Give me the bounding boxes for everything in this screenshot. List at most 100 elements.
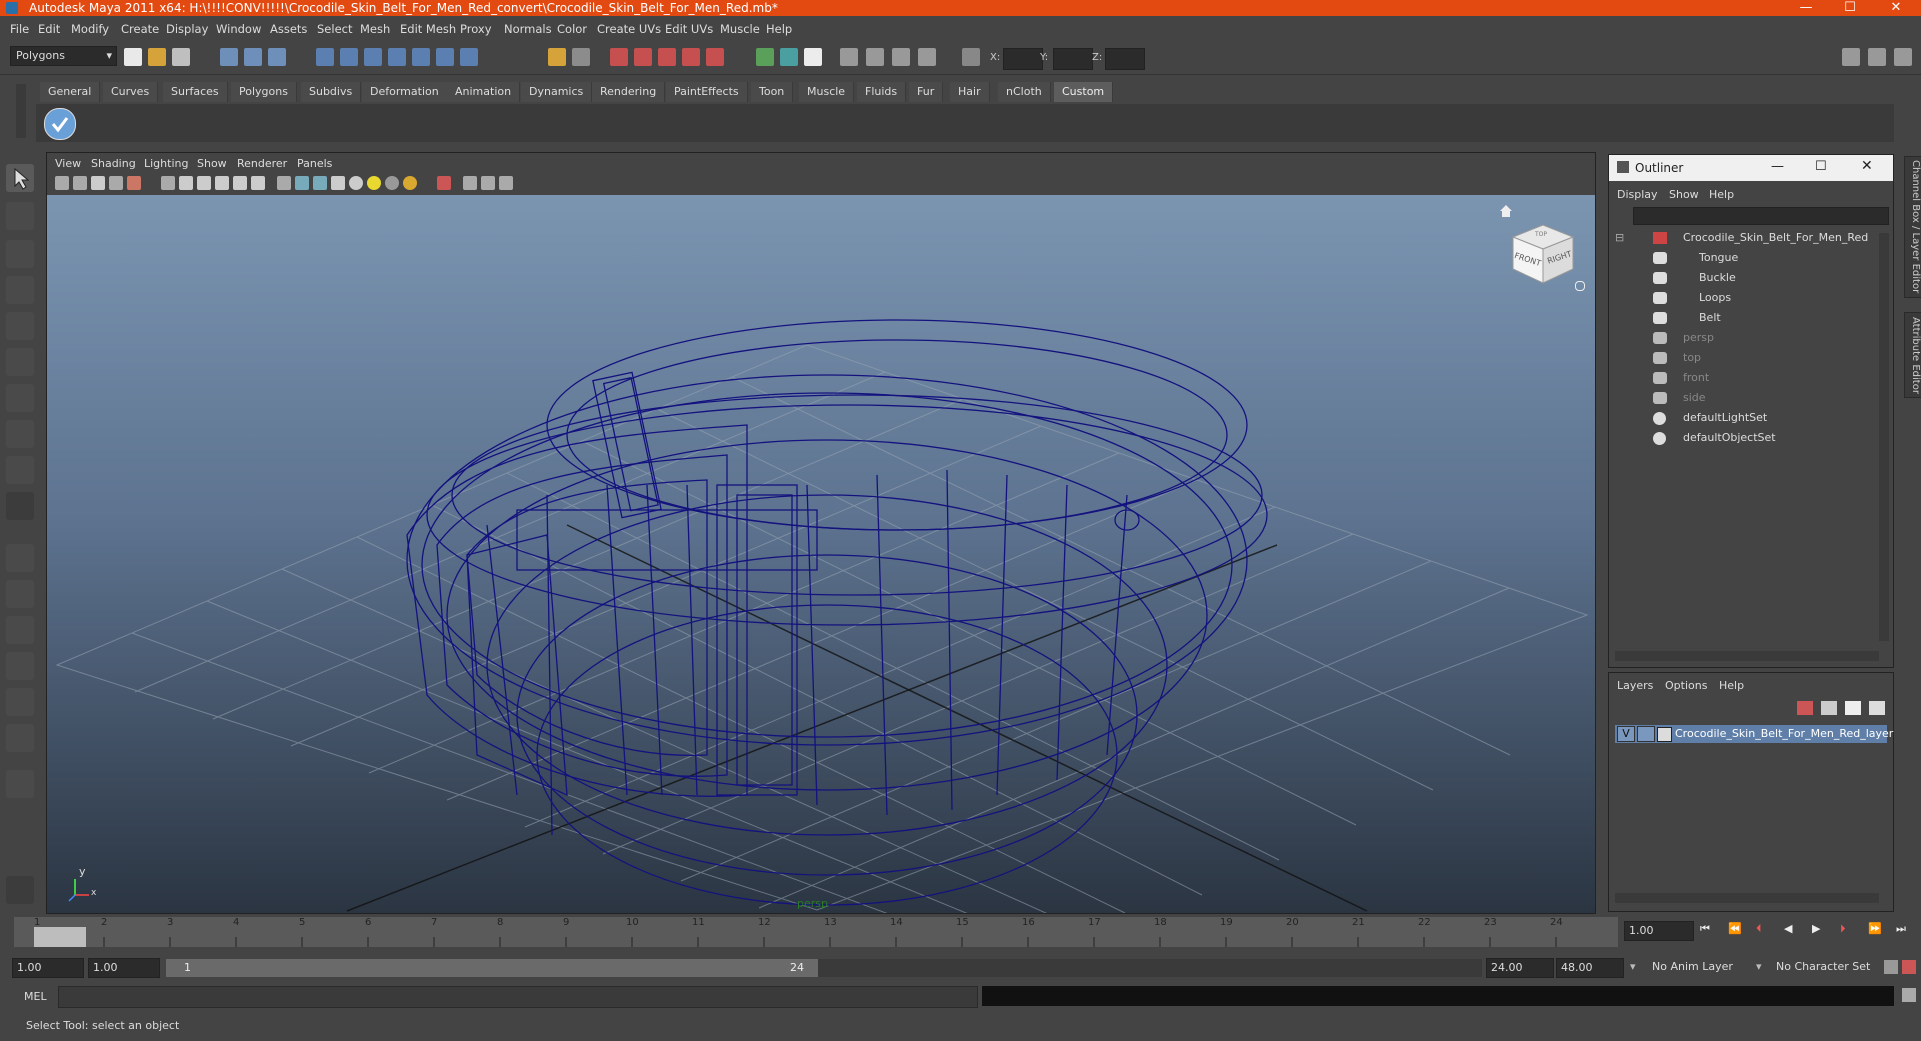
outliner-item-front[interactable]: front xyxy=(1611,369,1871,387)
step-back-frame-icon[interactable]: ⏴ xyxy=(1756,922,1762,936)
snap-point-icon[interactable] xyxy=(364,48,382,66)
help-question-icon[interactable] xyxy=(460,48,478,66)
step-forward-key-icon[interactable]: ⏩ xyxy=(1868,922,1882,935)
channel-box-icon[interactable] xyxy=(840,48,858,66)
menu-modify[interactable]: Modify xyxy=(71,22,109,36)
viewport-menu-panels[interactable]: Panels xyxy=(297,157,332,170)
shelf-tab-subdivs[interactable]: Subdivs xyxy=(301,82,362,102)
outliner-maximize-button[interactable]: ☐ xyxy=(1815,159,1827,174)
outliner-item-belt[interactable]: Belt xyxy=(1611,309,1871,327)
shelf-tab-animation[interactable]: Animation xyxy=(447,82,521,102)
character-set-dropdown[interactable]: No Character Set xyxy=(1772,958,1884,976)
outliner-menu-help[interactable]: Help xyxy=(1709,188,1734,201)
menu-help[interactable]: Help xyxy=(766,22,792,36)
two-d-pan-zoom-icon[interactable] xyxy=(127,176,141,190)
new-scene-icon[interactable] xyxy=(124,48,142,66)
play-backward-icon[interactable]: ◀ xyxy=(1784,922,1792,935)
menu-mesh[interactable]: Mesh xyxy=(360,22,390,36)
open-scene-icon[interactable] xyxy=(148,48,166,66)
outliner-vertical-scrollbar[interactable] xyxy=(1879,233,1889,641)
outliner-icon[interactable] xyxy=(892,48,910,66)
xray-icon[interactable] xyxy=(463,176,477,190)
checkmark-shelf-icon[interactable] xyxy=(44,108,76,140)
shelf-tab-fluids[interactable]: Fluids xyxy=(857,82,907,102)
shelf-tab-hair[interactable]: Hair xyxy=(950,82,990,102)
transform-type-icon[interactable] xyxy=(962,48,980,66)
layer-move-up-icon[interactable] xyxy=(1797,701,1813,715)
collapse-toggle-icon[interactable]: ⊟ xyxy=(1615,229,1624,247)
perspective-viewport[interactable]: View Shading Lighting Show Renderer Pane… xyxy=(46,152,1596,914)
show-manipulator-icon[interactable] xyxy=(6,456,34,484)
layer-move-down-icon[interactable] xyxy=(1821,701,1837,715)
isolate-select-icon[interactable] xyxy=(437,176,451,190)
shelf-tab-muscle[interactable]: Muscle xyxy=(799,82,855,102)
layout-options-icon[interactable] xyxy=(6,770,34,798)
shelf-tab-fur[interactable]: Fur xyxy=(909,82,944,102)
attribute-toggle-icon[interactable] xyxy=(1894,48,1912,66)
single-pane-layout-icon[interactable] xyxy=(6,544,34,572)
viewport-menu-show[interactable]: Show xyxy=(197,157,227,170)
go-to-end-icon[interactable]: ⏭ xyxy=(1896,922,1906,936)
new-layer-icon[interactable] xyxy=(1845,701,1861,715)
layers-menu-layers[interactable]: Layers xyxy=(1617,679,1653,692)
menu-create-uvs[interactable]: Create UVs xyxy=(597,22,661,36)
rotate-tool-icon[interactable] xyxy=(6,312,34,340)
shelf-tab-dynamics[interactable]: Dynamics xyxy=(521,82,593,102)
textured-icon[interactable] xyxy=(331,176,345,190)
shelf-tab-ncloth[interactable]: nCloth xyxy=(998,82,1051,102)
bookmark-icon[interactable] xyxy=(91,176,105,190)
shelf-menu-handle[interactable] xyxy=(16,84,26,138)
menu-edit-uvs[interactable]: Edit UVs xyxy=(665,22,713,36)
high-quality-icon[interactable] xyxy=(403,176,417,190)
sidebar-toggle-icon[interactable] xyxy=(1842,48,1860,66)
gate-mask-icon[interactable] xyxy=(215,176,229,190)
chevron-down-icon[interactable]: ▾ xyxy=(1756,960,1762,973)
viewport-menu-view[interactable]: View xyxy=(55,157,81,170)
select-tool-icon[interactable] xyxy=(6,164,34,192)
shelf-tab-rendering[interactable]: Rendering xyxy=(592,82,666,102)
layer-visibility-toggle[interactable]: V xyxy=(1617,726,1635,742)
lasso-tool-icon[interactable] xyxy=(6,202,34,230)
menu-color[interactable]: Color xyxy=(557,22,587,36)
x-input[interactable] xyxy=(1003,48,1043,70)
menu-set-dropdown[interactable]: Polygons ▾ xyxy=(10,46,117,66)
construction-history-icon[interactable] xyxy=(572,48,590,66)
menu-proxy[interactable]: Proxy xyxy=(460,22,492,36)
menu-muscle[interactable]: Muscle xyxy=(720,22,760,36)
snap-live-icon[interactable] xyxy=(412,48,430,66)
safe-action-icon[interactable] xyxy=(251,176,265,190)
viewport-menu-lighting[interactable]: Lighting xyxy=(144,157,188,170)
outliner-item-loops[interactable]: Loops xyxy=(1611,289,1871,307)
animation-start-field[interactable]: 1.00 xyxy=(12,958,84,978)
render-view-icon[interactable] xyxy=(706,48,724,66)
shelf-tab-painteffects[interactable]: PaintEffects xyxy=(666,82,748,102)
shadows-icon[interactable] xyxy=(385,176,399,190)
outliner-item-persp[interactable]: persp xyxy=(1611,329,1871,347)
save-scene-icon[interactable] xyxy=(172,48,190,66)
outliner-filter-input[interactable] xyxy=(1633,207,1889,225)
grid-icon[interactable] xyxy=(161,176,175,190)
step-forward-frame-icon[interactable]: ⏵ xyxy=(1840,922,1846,936)
wireframe-on-shaded-icon[interactable] xyxy=(313,176,327,190)
backface-icon[interactable] xyxy=(499,176,513,190)
outliner-close-button[interactable]: ✕ xyxy=(1861,158,1873,174)
render-settings-icon[interactable] xyxy=(658,48,676,66)
view-cube-menu-icon[interactable] xyxy=(1575,281,1585,291)
shelf-tab-custom[interactable]: Custom xyxy=(1054,82,1114,102)
select-component-icon[interactable] xyxy=(268,48,286,66)
viewport-menu-shading[interactable]: Shading xyxy=(91,157,136,170)
z-input[interactable] xyxy=(1105,48,1145,70)
step-back-key-icon[interactable]: ⏪ xyxy=(1728,922,1742,935)
paint-select-tool-icon[interactable] xyxy=(6,240,34,268)
script-editor-icon[interactable] xyxy=(1902,988,1916,1002)
outliner-item-buckle[interactable]: Buckle xyxy=(1611,269,1871,287)
menu-normals[interactable]: Normals xyxy=(504,22,552,36)
close-button[interactable]: ✕ xyxy=(1876,0,1916,16)
last-tool-icon[interactable] xyxy=(6,492,34,520)
hypershade-icon[interactable] xyxy=(682,48,700,66)
go-to-start-icon[interactable]: ⏮ xyxy=(1700,922,1710,936)
outliner-item-tongue[interactable]: Tongue xyxy=(1611,249,1871,267)
hypershade-layout-icon[interactable] xyxy=(6,688,34,716)
layer-playback-toggle[interactable] xyxy=(1637,726,1655,742)
shelf-tab-toon[interactable]: Toon xyxy=(751,82,794,102)
